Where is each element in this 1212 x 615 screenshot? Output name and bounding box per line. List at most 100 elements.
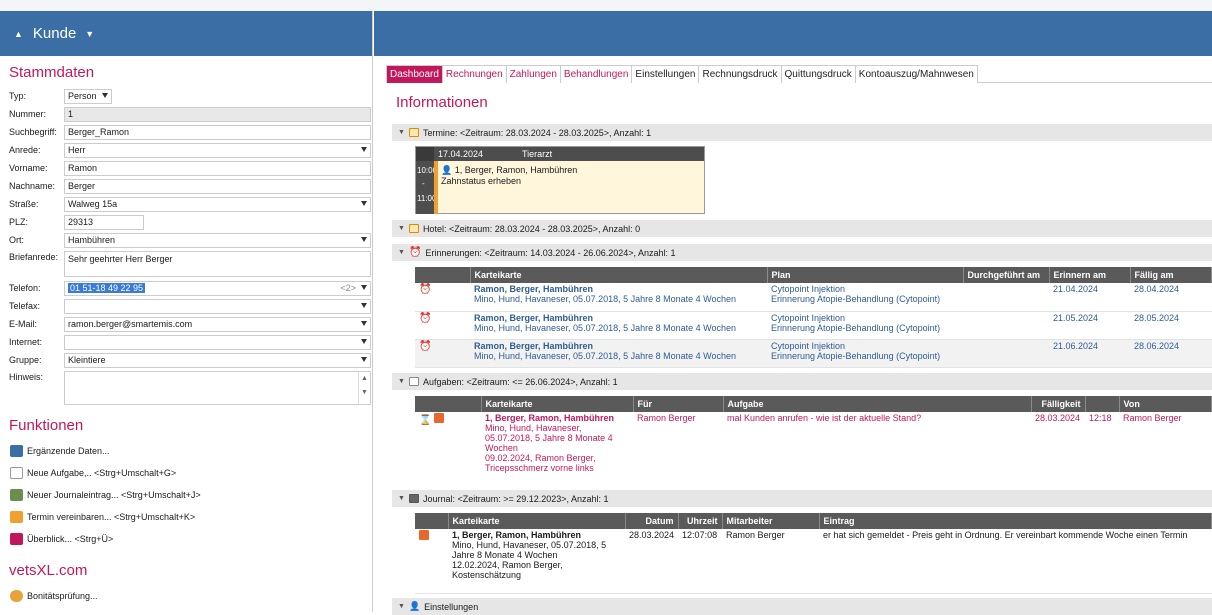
dropdown-arrow-icon[interactable] <box>102 92 108 98</box>
chevron-down-icon[interactable]: ▼ <box>398 225 405 232</box>
row-done <box>963 339 1049 368</box>
clipboard-icon <box>408 377 419 386</box>
header-plan[interactable]: Plan <box>767 267 964 283</box>
row-due: 28.04.2024 <box>1130 283 1212 312</box>
person-icon: 👤 <box>441 165 453 175</box>
group-aufgaben[interactable]: ▼ Aufgaben: <Zeitraum: <= 26.06.2024>, A… <box>392 373 1212 390</box>
field-select[interactable]: ramon.berger@smartemis.com <box>64 316 371 332</box>
function-label: Bonitätsprüfung... <box>27 591 98 601</box>
header-mitarbeiter[interactable]: Mitarbeiter <box>722 513 820 529</box>
function-neue-aufgabe[interactable]: Neue Aufgabe,.. <Strg+Umschalt+G> <box>0 462 372 484</box>
appointment-calendar: 17.04.2024 Tierarzt 10:00 - 11:00 👤 1, B… <box>415 146 705 214</box>
tab-rechnungsdruck[interactable]: Rechnungsdruck <box>698 65 782 83</box>
header-von[interactable]: Von <box>1119 396 1212 412</box>
group-einstellungen[interactable]: ▼ 👤 Einstellungen <box>392 598 1212 615</box>
dropdown-arrow-icon[interactable] <box>361 236 367 242</box>
header-eintrag[interactable]: Eintrag <box>819 513 1212 529</box>
header-erinnern[interactable]: Erinnern am <box>1049 267 1131 283</box>
row-icon-cell: ⏰ <box>415 311 470 340</box>
chevron-down-icon[interactable]: ▼ <box>85 29 94 39</box>
calendar-icon <box>10 511 23 523</box>
dropdown-arrow-icon[interactable] <box>361 302 367 308</box>
field-label: Telefon: <box>9 283 41 293</box>
header-durchgefuehrt[interactable]: Durchgeführt am <box>963 267 1050 283</box>
header-karteikarte[interactable]: Karteikarte <box>481 396 634 412</box>
table-row[interactable]: ⏰ Ramon, Berger, Hambühren Mino, Hund, Ha… <box>415 311 1212 340</box>
chevron-down-icon[interactable]: ▼ <box>398 603 405 610</box>
field-input[interactable]: Berger_Ramon <box>64 124 371 140</box>
tab-kontoauszug[interactable]: Kontoauszug/Mahnwesen <box>854 65 978 83</box>
field-select[interactable] <box>64 298 371 314</box>
field-input[interactable]: Sehr geehrter Herr Berger <box>64 251 371 277</box>
table-row[interactable]: ⏰ Ramon, Berger, Hambühren Mino, Hund, Ha… <box>415 283 1212 312</box>
field-value: Berger <box>68 181 96 191</box>
header-datum[interactable]: Datum <box>625 513 679 529</box>
field-label: Ort: <box>9 235 24 245</box>
field-select[interactable]: Person <box>64 88 112 104</box>
table-row[interactable]: ⌛ 1, Berger, Ramon, Hambühren Mino, Hund… <box>415 412 1212 495</box>
field-label: Briefanrede: <box>9 252 59 262</box>
collapse-triangle-icon[interactable]: ▲ <box>14 29 23 39</box>
tab-quittungsdruck[interactable]: Quittungsdruck <box>780 65 856 83</box>
scrollbar[interactable]: ▲ ▼ <box>358 372 370 404</box>
header-karteikarte[interactable]: Karteikarte <box>470 267 768 283</box>
field-input[interactable]: Berger <box>64 178 371 194</box>
function-label: Termin vereinbaren... <Strg+Umschalt+K> <box>27 512 196 522</box>
time-end: 11:00 <box>417 194 437 203</box>
field-select[interactable]: Kleintiere <box>64 352 371 368</box>
header-uhrzeit[interactable]: Uhrzeit <box>678 513 723 529</box>
tab-einstellungen[interactable]: Einstellungen <box>631 65 700 83</box>
chevron-down-icon[interactable]: ▼ <box>398 378 405 385</box>
header-faellig[interactable]: Fällig am <box>1130 267 1212 283</box>
row-sub: Mino, Hund, Havaneser, 05.07.2018, 5 Jah… <box>474 350 737 361</box>
group-termine[interactable]: ▼ Termine: <Zeitraum: 28.03.2024 - 28.03… <box>392 124 1212 141</box>
chevron-down-icon[interactable]: ▼ <box>398 249 405 256</box>
group-journal[interactable]: ▼ Journal: <Zeitraum: >= 29.12.2023>, An… <box>392 490 1212 507</box>
group-erinnerungen[interactable]: ▼ ⏰ Erinnerungen: <Zeitraum: 14.03.2024 … <box>392 244 1212 261</box>
form-row: E-Mail: ramon.berger@smartemis.com <box>0 315 372 333</box>
dropdown-arrow-icon[interactable] <box>361 338 367 344</box>
time-column: 10:00 - 11:00 <box>416 161 437 214</box>
customer-panel-header[interactable]: ▲ Kunde ▼ <box>0 11 372 56</box>
field-select[interactable]: Hambühren <box>64 232 371 248</box>
function-ergaenzende-daten[interactable]: Ergänzende Daten... <box>0 440 372 462</box>
table-row[interactable]: ⏰ Ramon, Berger, Hambühren Mino, Hund, Ha… <box>415 339 1212 368</box>
function-label: Überblick... <Strg+Ü> <box>27 534 114 544</box>
header-fuer[interactable]: Für <box>633 396 724 412</box>
group-hotel[interactable]: ▼ Hotel: <Zeitraum: 28.03.2024 - 28.03.2… <box>392 220 1212 237</box>
field-input[interactable]: 29313 <box>64 214 144 230</box>
table-row[interactable]: 1, Berger, Ramon, Hambühren Mino, Hund, … <box>415 529 1212 594</box>
field-input[interactable]: Ramon <box>64 160 371 176</box>
dropdown-arrow-icon[interactable] <box>361 320 367 326</box>
tab-zahlungen[interactable]: Zahlungen <box>505 65 561 83</box>
dropdown-arrow-icon[interactable] <box>361 200 367 206</box>
function-termin-vereinbaren[interactable]: Termin vereinbaren... <Strg+Umschalt+K> <box>0 506 372 528</box>
field-input[interactable]: ▲ ▼ <box>64 371 371 405</box>
row-due-date: 28.03.2024 <box>1031 412 1085 495</box>
function-neuer-journaleintrag[interactable]: Neuer Journaleintrag... <Strg+Umschalt+J… <box>0 484 372 506</box>
header-aufgabe[interactable]: Aufgabe <box>723 396 1032 412</box>
row-plan-detail: Erinnerung Atopie-Behandlung (Cytopoint) <box>771 322 941 333</box>
function-ueberblick[interactable]: Überblick... <Strg+Ü> <box>0 528 372 550</box>
dropdown-arrow-icon[interactable] <box>361 284 367 290</box>
field-select[interactable]: Herr <box>64 142 371 158</box>
header-icon-col <box>415 513 449 529</box>
field-select[interactable] <box>64 334 371 350</box>
chevron-down-icon[interactable]: ▼ <box>398 495 405 502</box>
appointment-entry[interactable]: 👤 1, Berger, Ramon, Hambühren Zahnstatus… <box>441 165 577 186</box>
row-sub: Tricepsschmerz vorne links <box>485 463 594 473</box>
chevron-down-icon[interactable]: ▼ <box>398 129 405 136</box>
calendar-header: 17.04.2024 Tierarzt <box>416 147 704 161</box>
function-bonitaetspruefung[interactable]: Bonitätsprüfung... <box>0 585 372 607</box>
tab-behandlungen[interactable]: Behandlungen <box>559 65 633 83</box>
form-row: Straße: Walweg 15a <box>0 195 372 213</box>
tab-dashboard[interactable]: Dashboard <box>386 65 443 83</box>
header-karteikarte[interactable]: Karteikarte <box>448 513 626 529</box>
header-faelligkeit[interactable]: Fälligkeit <box>1031 396 1086 412</box>
field-select[interactable]: Walweg 15a <box>64 196 371 212</box>
field-select[interactable]: 01 51-18 49 22 95 <2> <box>64 280 371 296</box>
phone-count-badge[interactable]: <2> <box>340 283 356 293</box>
dropdown-arrow-icon[interactable] <box>361 146 367 152</box>
tab-rechnungen[interactable]: Rechnungen <box>441 65 507 83</box>
dropdown-arrow-icon[interactable] <box>361 356 367 362</box>
